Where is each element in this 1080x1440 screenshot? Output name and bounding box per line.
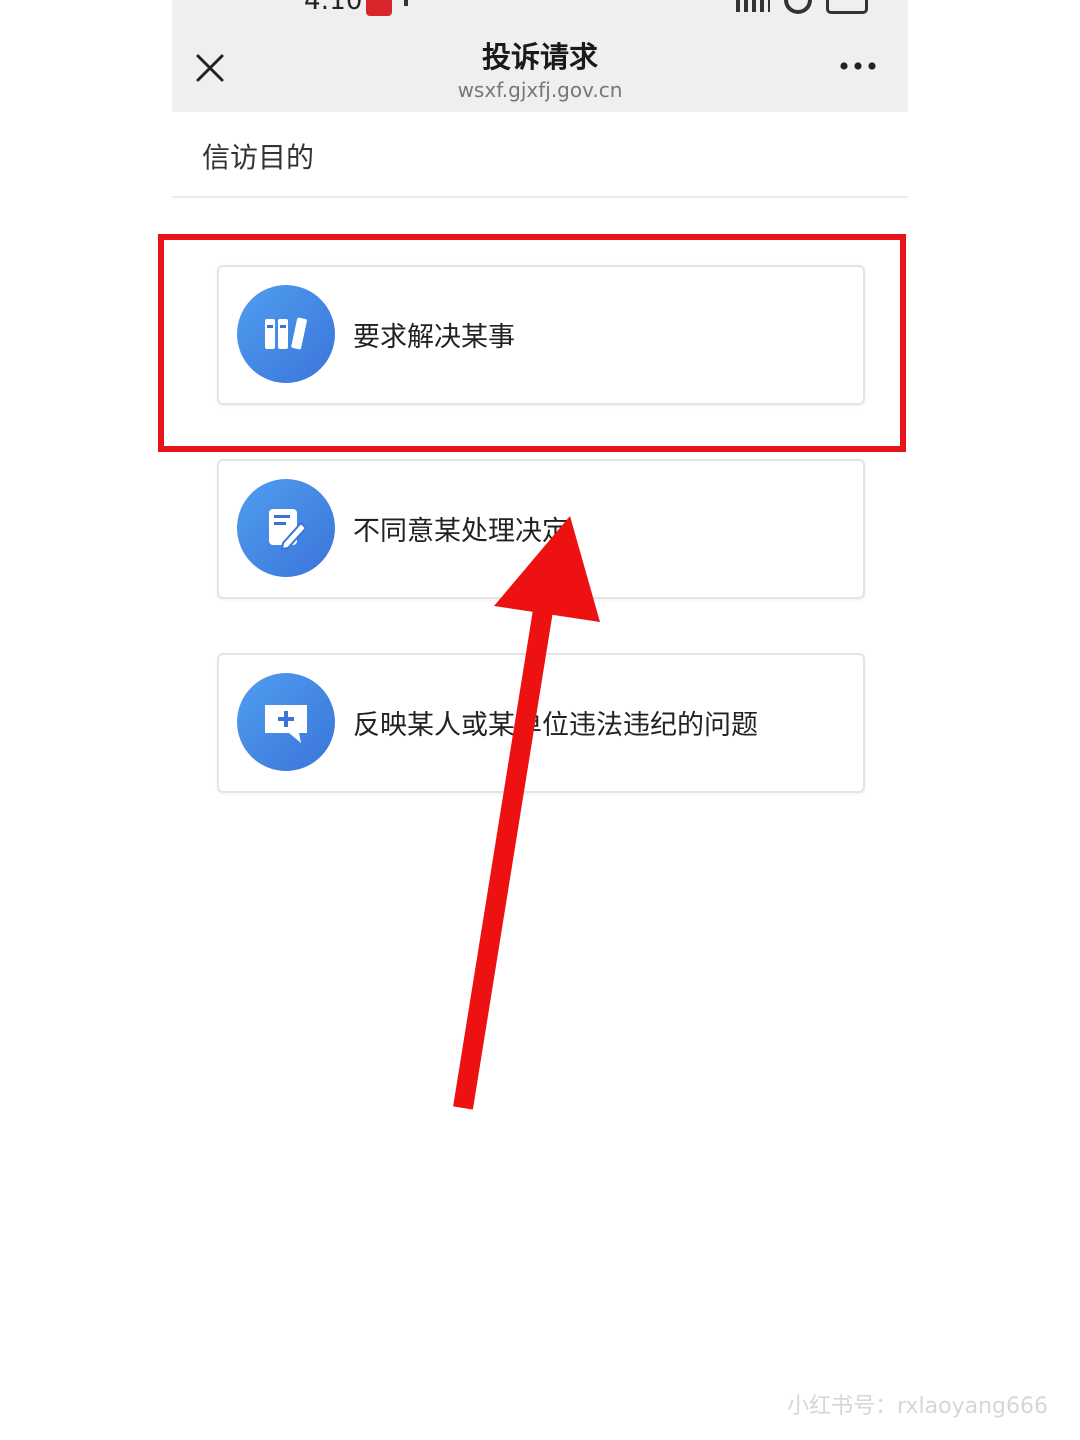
app-notification-icon [366, 0, 392, 16]
option-label: 反映某人或某单位违法违纪的问题 [353, 710, 758, 741]
wifi-icon [784, 0, 812, 14]
option-label: 要求解决某事 [353, 322, 515, 353]
books-icon [237, 285, 335, 383]
signal-icon [736, 0, 770, 12]
option-report-violation[interactable]: 反映某人或某单位违法违纪的问题 [217, 653, 865, 793]
title-bar: 投诉请求 wsxf.gjxfj.gov.cn [172, 20, 908, 112]
page-url: wsxf.gjxfj.gov.cn [457, 78, 623, 102]
add-comment-icon [237, 673, 335, 771]
option-resolve-issue[interactable]: 要求解决某事 [217, 265, 865, 405]
notification-dot-icon [404, 0, 408, 6]
more-button[interactable] [838, 56, 878, 76]
edit-document-icon [237, 479, 335, 577]
phone-screen: 4:10 投诉请求 wsxf.gjxfj.gov.cn 信访目的 要求解决某事 … [172, 0, 908, 1440]
watermark: 小红书号：rxlaoyang666 [787, 1394, 1048, 1419]
more-dots-icon [840, 62, 876, 70]
status-time: 4:10 [304, 0, 363, 16]
option-label: 不同意某处理决定 [353, 516, 569, 547]
page-title: 投诉请求 [481, 40, 598, 74]
status-icons [736, 0, 868, 14]
section-title: 信访目的 [202, 141, 315, 174]
battery-icon [826, 0, 868, 14]
divider [172, 196, 908, 198]
status-bar: 4:10 [172, 0, 908, 20]
option-disagree-decision[interactable]: 不同意某处理决定 [217, 459, 865, 599]
